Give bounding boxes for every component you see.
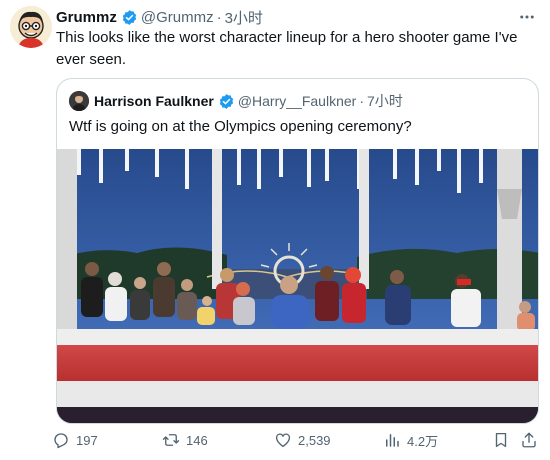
action-bar: 197 146 2,539 4.2万	[52, 428, 540, 452]
quoted-tweet-header: Harrison Faulkner @Harry__Faulkner · 7小时	[69, 91, 403, 111]
quoted-tweet-timestamp: 7小时	[366, 93, 403, 109]
author-avatar[interactable]	[10, 6, 52, 48]
tweet: Grummz @Grummz · 3小时 This looks like the…	[0, 0, 550, 460]
repost-button[interactable]: 146	[162, 428, 208, 452]
bookmark-icon	[495, 432, 507, 448]
views-icon	[386, 434, 399, 447]
repost-icon	[162, 434, 180, 446]
views-button[interactable]: 4.2万	[383, 428, 438, 452]
repost-count: 146	[186, 432, 208, 448]
quoted-tweet-photo[interactable]	[57, 149, 538, 423]
like-count: 2,539	[298, 432, 331, 448]
verified-badge-icon	[122, 9, 137, 25]
cartoon-avatar-icon	[10, 6, 52, 48]
like-button[interactable]: 2,539	[274, 428, 331, 452]
quoted-author-handle: @Harry__Faulkner	[237, 93, 357, 109]
tweet-timestamp[interactable]: 3小时	[225, 7, 263, 28]
ceremony-photo	[57, 149, 538, 423]
quoted-author-avatar	[69, 91, 89, 111]
quoted-tweet[interactable]: Harrison Faulkner @Harry__Faulkner · 7小时…	[56, 78, 539, 424]
separator-dot: ·	[216, 8, 222, 26]
tweet-text: This looks like the worst character line…	[56, 29, 518, 68]
separator-dot: ·	[359, 93, 364, 109]
quoted-tweet-text: Wtf is going on at the Olympics opening …	[69, 118, 412, 135]
reply-count: 197	[76, 432, 98, 448]
reply-button[interactable]: 197	[52, 428, 98, 452]
more-icon	[520, 15, 534, 19]
person-avatar-icon	[69, 91, 89, 111]
heart-icon	[275, 433, 291, 448]
bookmark-button[interactable]	[492, 428, 510, 452]
share-icon	[522, 432, 536, 448]
tweet-header: Grummz @Grummz · 3小时	[56, 7, 263, 27]
view-count: 4.2万	[407, 433, 439, 449]
reply-icon	[54, 433, 68, 449]
more-options-button[interactable]	[516, 6, 538, 28]
verified-badge-icon	[219, 93, 233, 109]
share-button[interactable]	[520, 428, 538, 452]
quoted-author-name: Harrison Faulkner	[94, 93, 214, 109]
author-handle[interactable]: @Grummz	[141, 9, 214, 26]
author-name[interactable]: Grummz	[56, 9, 117, 26]
